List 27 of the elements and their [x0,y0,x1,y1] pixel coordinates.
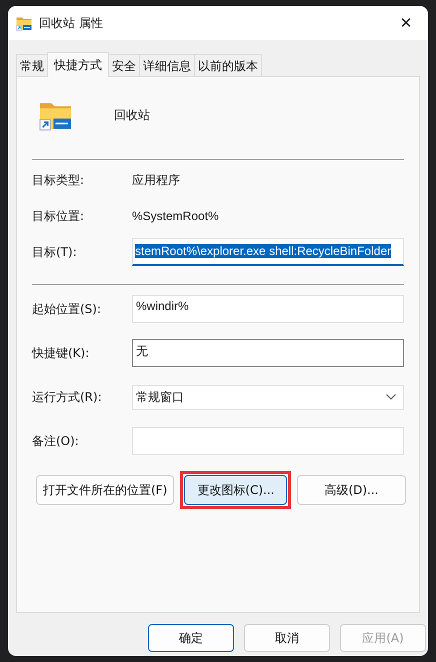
field-label: 目标(T): [32,244,78,260]
window-title: 回收站 属性 [39,14,104,32]
field-label: 起始位置(S): [32,300,102,318]
dropdown[interactable]: 常规窗口 [132,384,404,410]
dialog-button[interactable]: 取消 [244,624,330,652]
input-field[interactable]: 无 [132,339,404,367]
input-field[interactable]: %windir% [132,295,404,323]
tab[interactable]: 快捷方式 [47,52,109,77]
field-value: 应用程序 [132,172,180,188]
tab[interactable]: 常规 [16,54,48,76]
field-label: 目标位置: [32,208,86,224]
action-button[interactable]: 高级(D)... [297,475,406,505]
shortcut-name: 回收站 [114,106,150,124]
target-field[interactable]: stemRoot%\explorer.exe shell:RecycleBinFolder [132,238,404,266]
action-button[interactable]: 打开文件所在的位置(F) [36,475,174,505]
chevron-down-icon [386,394,396,400]
field-label: 快捷键(K): [32,344,90,362]
field-label: 运行方式(R): [32,388,103,406]
field-value: %SystemRoot% [132,209,219,223]
tab[interactable]: 以前的版本 [194,54,262,76]
input-field[interactable] [132,427,404,455]
close-button[interactable]: ✕ [384,6,428,40]
field-label: 目标类型: [32,172,86,188]
field-label: 备注(O): [32,432,80,450]
dialog-button[interactable]: 确定 [148,624,234,652]
action-button[interactable]: 更改图标(C)... [184,475,288,505]
shortcut-folder-icon [16,16,32,30]
